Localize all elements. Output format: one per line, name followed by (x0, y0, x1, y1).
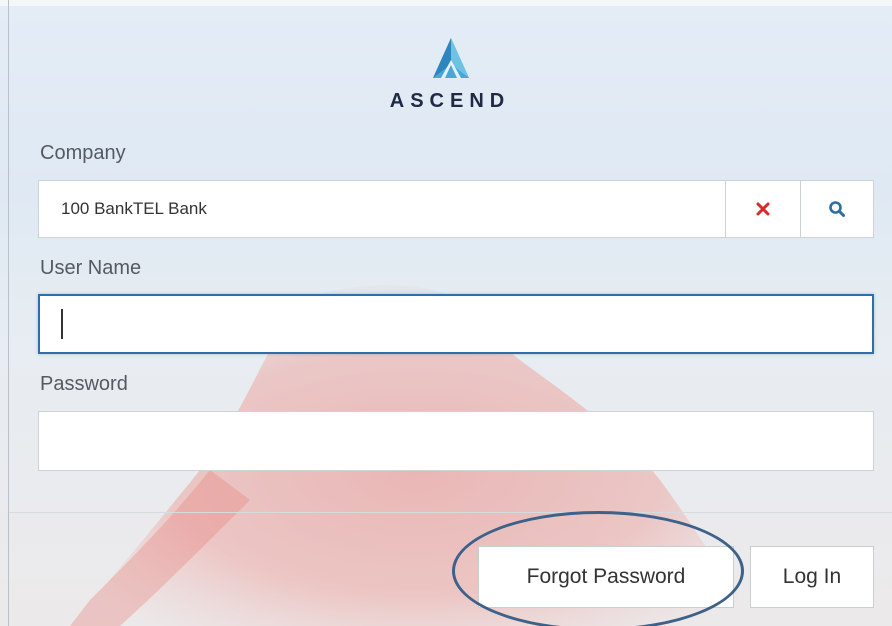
company-search-button[interactable] (800, 181, 873, 237)
log-in-button[interactable]: Log In (750, 546, 874, 608)
ascend-logo-icon (433, 38, 469, 78)
company-label: Company (40, 142, 126, 164)
brand-name: ASCEND (389, 90, 511, 112)
ascend-logo: ASCEND (370, 38, 530, 118)
username-input[interactable] (38, 294, 874, 354)
search-icon (829, 201, 845, 217)
text-cursor (61, 309, 63, 339)
password-input[interactable] (38, 411, 874, 471)
username-label: User Name (40, 257, 142, 279)
company-field-group (38, 180, 874, 238)
company-input[interactable] (39, 181, 725, 237)
footer-divider (9, 512, 892, 513)
forgot-password-button[interactable]: Forgot Password (478, 546, 734, 608)
clear-icon (756, 202, 770, 216)
login-panel: ASCEND Company User Name Password Forgot… (0, 0, 892, 626)
password-label: Password (40, 373, 128, 395)
company-clear-button[interactable] (725, 181, 800, 237)
